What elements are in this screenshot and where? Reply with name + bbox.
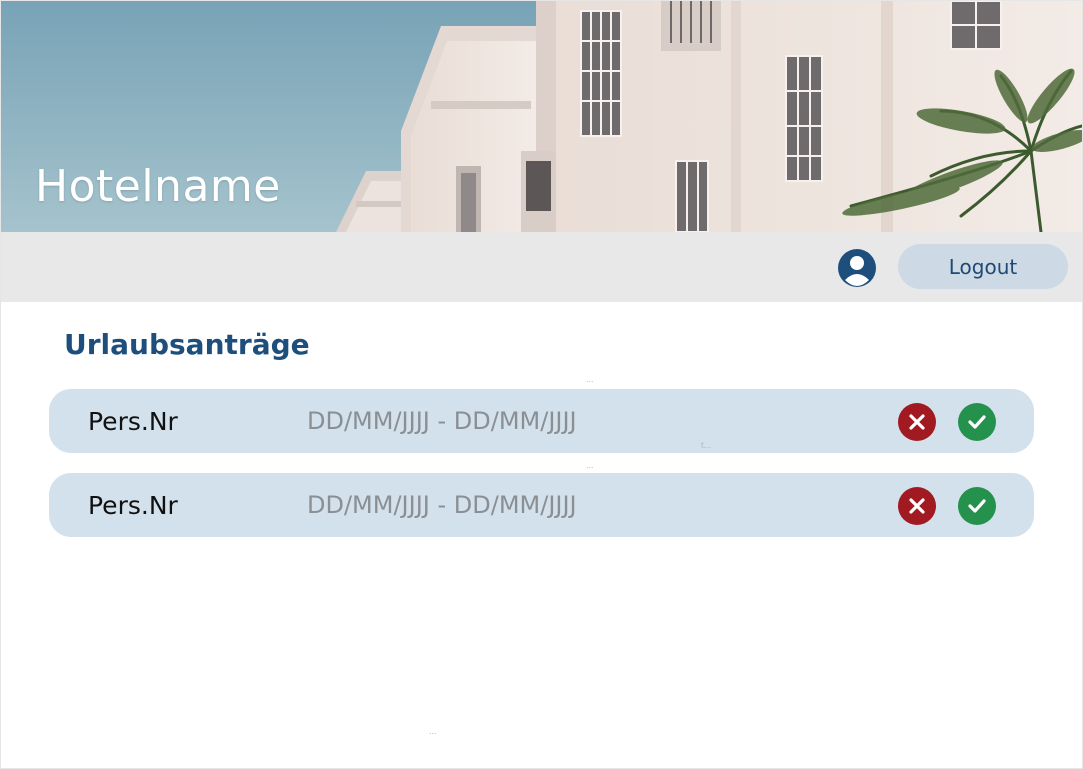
text-artifact: ...	[586, 460, 594, 470]
text-artifact: ...	[586, 374, 594, 384]
text-artifact: t...	[701, 440, 712, 450]
check-icon	[968, 499, 986, 513]
text-artifact: ...	[429, 726, 437, 736]
app-frame: Hotelname Logout Urlaubsanträge ... t...…	[0, 0, 1083, 769]
reject-button[interactable]	[898, 487, 936, 525]
close-icon	[909, 498, 925, 514]
hotel-name: Hotelname	[35, 161, 281, 212]
header-banner: Hotelname	[1, 1, 1082, 232]
page-title: Urlaubsanträge	[64, 328, 310, 361]
approve-button[interactable]	[958, 487, 996, 525]
toolbar: Logout	[1, 232, 1082, 302]
close-icon	[909, 414, 925, 430]
date-range: DD/MM/JJJJ - DD/MM/JJJJ	[307, 407, 577, 435]
personnel-number: Pers.Nr	[88, 407, 178, 436]
reject-button[interactable]	[898, 403, 936, 441]
user-circle-icon[interactable]	[837, 248, 877, 288]
request-row: Pers.Nr DD/MM/JJJJ - DD/MM/JJJJ	[49, 473, 1034, 537]
date-range: DD/MM/JJJJ - DD/MM/JJJJ	[307, 491, 577, 519]
request-row: Pers.Nr DD/MM/JJJJ - DD/MM/JJJJ	[49, 389, 1034, 453]
check-icon	[968, 415, 986, 429]
approve-button[interactable]	[958, 403, 996, 441]
personnel-number: Pers.Nr	[88, 491, 178, 520]
logout-button[interactable]: Logout	[898, 244, 1068, 289]
